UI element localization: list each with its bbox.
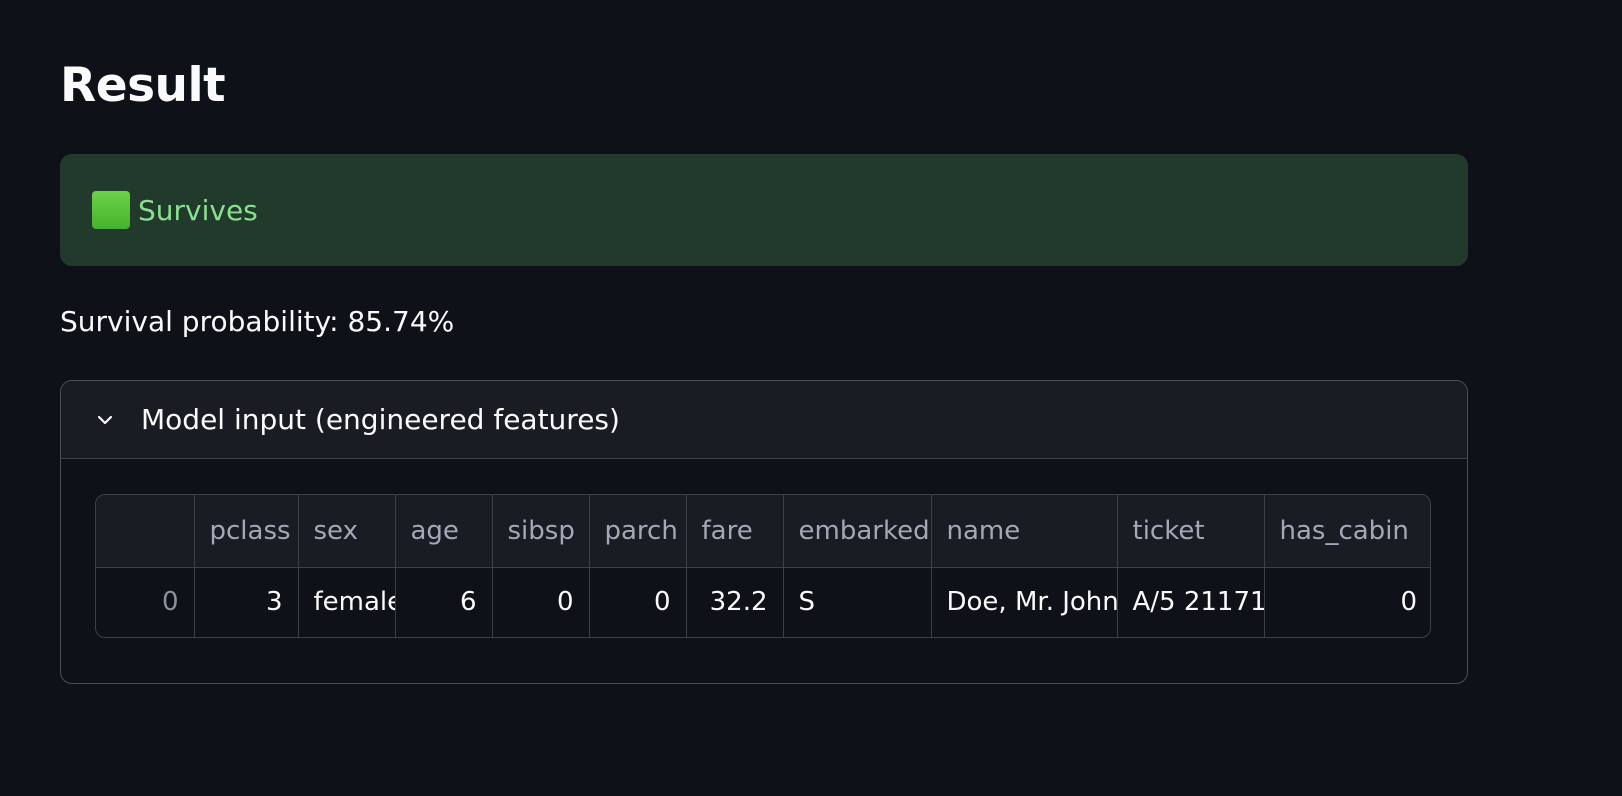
column-header-sibsp[interactable]: sibsp [492, 495, 590, 568]
expander-label: Model input (engineered features) [141, 403, 620, 436]
survival-probability: Survival probability: 85.74% [60, 305, 455, 338]
column-header-sex[interactable]: sex [298, 495, 396, 568]
column-header-pclass[interactable]: pclass [194, 495, 299, 568]
ticket-cell[interactable]: A/5 21171 [1117, 567, 1265, 637]
column-header-has-cabin[interactable]: has_cabin [1264, 495, 1430, 568]
table-header-row: pclass sex age sibsp parch fare embarked… [96, 495, 1430, 568]
page-title: Result [60, 58, 226, 113]
column-header-age[interactable]: age [395, 495, 493, 568]
column-header-index[interactable] [96, 495, 195, 568]
column-header-name[interactable]: name [931, 495, 1118, 568]
column-header-ticket[interactable]: ticket [1117, 495, 1265, 568]
table-row: 0 3 female 6 0 0 32.2 S Doe, Mr. John A/… [96, 567, 1430, 637]
model-input-expander: Model input (engineered features) pclass… [60, 380, 1468, 684]
pclass-cell[interactable]: 3 [194, 567, 299, 637]
column-header-parch[interactable]: parch [589, 495, 687, 568]
parch-cell[interactable]: 0 [589, 567, 687, 637]
result-alert: Survives [60, 154, 1468, 266]
name-cell[interactable]: Doe, Mr. John [931, 567, 1118, 637]
has-cabin-cell[interactable]: 0 [1264, 567, 1430, 637]
green-square-icon [92, 191, 130, 229]
row-index-cell[interactable]: 0 [96, 567, 195, 637]
sex-cell[interactable]: female [298, 567, 396, 637]
age-cell[interactable]: 6 [395, 567, 493, 637]
result-text: Survives [138, 193, 258, 227]
expander-header[interactable]: Model input (engineered features) [61, 381, 1467, 459]
embarked-cell[interactable]: S [783, 567, 932, 637]
column-header-fare[interactable]: fare [686, 495, 784, 568]
fare-cell[interactable]: 32.2 [686, 567, 784, 637]
column-header-embarked[interactable]: embarked [783, 495, 932, 568]
sibsp-cell[interactable]: 0 [492, 567, 590, 637]
features-table[interactable]: pclass sex age sibsp parch fare embarked… [95, 494, 1431, 638]
chevron-down-icon [97, 412, 113, 428]
